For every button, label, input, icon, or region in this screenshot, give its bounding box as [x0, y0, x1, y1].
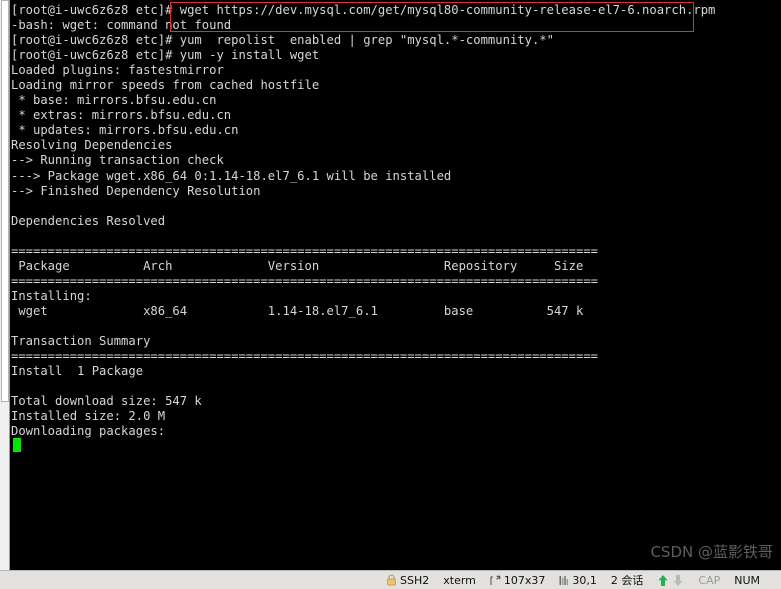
status-sessions-label: 2 会话 [610, 574, 644, 587]
status-transfer-indicators [657, 574, 684, 587]
status-cursor-position-label: 30,1 [572, 573, 597, 587]
terminal-line: Installing: [11, 288, 92, 303]
resize-icon [490, 575, 501, 586]
lock-icon [386, 574, 397, 586]
terminal-line: ---> Package wget.x86_64 0:1.14-18.el7_6… [11, 168, 452, 183]
terminal-line: [root@i-uwc6z6z8 etc]# yum -y install wg… [11, 48, 320, 63]
terminal-line: * updates: mirrors.bfsu.edu.cn [11, 123, 239, 138]
cursor-position-icon [559, 575, 569, 586]
status-num-lock[interactable]: NUM [734, 574, 760, 587]
status-sessions[interactable]: 2 会话 [611, 572, 644, 588]
terminal-line: Loading mirror speeds from cached hostfi… [11, 78, 320, 93]
status-terminal-type-label: xterm [443, 573, 476, 587]
terminal-line: --> Finished Dependency Resolution [11, 183, 261, 198]
terminal-line: ========================================… [11, 273, 598, 288]
terminal-cursor [13, 438, 21, 452]
terminal-line: --> Running transaction check [11, 153, 224, 168]
terminal-line: ========================================… [11, 243, 598, 258]
terminal-line: [root@i-uwc6z6z8 etc]# yum repolist enab… [11, 33, 554, 48]
terminal-line: Dependencies Resolved [11, 213, 166, 228]
terminal-line: Resolving Dependencies [11, 138, 173, 153]
status-caps-lock-label: CAP [698, 573, 721, 587]
status-cursor-position[interactable]: 30,1 [559, 574, 597, 587]
terminal-screen-area[interactable]: [root@i-uwc6z6z8 etc]# wget https://dev.… [0, 0, 781, 570]
scrollbar-thumb[interactable] [1, 0, 9, 402]
terminal-line: * base: mirrors.bfsu.edu.cn [11, 93, 217, 108]
watermark-text: CSDN @蓝影铁哥 [650, 543, 773, 561]
terminal-line: [root@i-uwc6z6z8 etc]# wget https://dev.… [11, 3, 716, 17]
terminal-output[interactable]: [root@i-uwc6z6z8 etc]# wget https://dev.… [11, 0, 781, 570]
terminal-line: Transaction Summary [11, 334, 151, 349]
status-bar: SSH2 xterm 107x37 30,1 2 会话 CAP NUM [0, 570, 781, 589]
terminal-line: ========================================… [11, 349, 598, 364]
arrow-down-icon [672, 574, 684, 587]
status-dimensions[interactable]: 107x37 [490, 573, 546, 587]
terminal-line: Downloading packages: [11, 424, 166, 439]
terminal-window: [root@i-uwc6z6z8 etc]# wget https://dev.… [0, 0, 781, 589]
terminal-line: Package Arch Version Repository Size [11, 258, 584, 273]
status-dimensions-label: 107x37 [503, 573, 546, 587]
terminal-line: Install 1 Package [11, 364, 144, 379]
arrow-up-icon [657, 574, 669, 587]
terminal-scrollbar[interactable] [0, 0, 10, 570]
status-terminal-type[interactable]: xterm [443, 574, 476, 587]
status-protocol-label: SSH2 [400, 573, 430, 587]
terminal-line: wget x86_64 1.14-18.el7_6.1 base 547 k [11, 303, 584, 318]
terminal-line: -bash: wget: command not found [11, 18, 232, 33]
terminal-line: * extras: mirrors.bfsu.edu.cn [11, 108, 232, 123]
status-num-lock-label: NUM [734, 573, 761, 587]
terminal-line: Installed size: 2.0 M [11, 409, 166, 424]
terminal-line: Loaded plugins: fastestmirror [11, 63, 224, 78]
status-protocol[interactable]: SSH2 [386, 574, 429, 587]
terminal-line: Total download size: 547 k [11, 394, 202, 409]
status-caps-lock[interactable]: CAP [698, 574, 720, 587]
